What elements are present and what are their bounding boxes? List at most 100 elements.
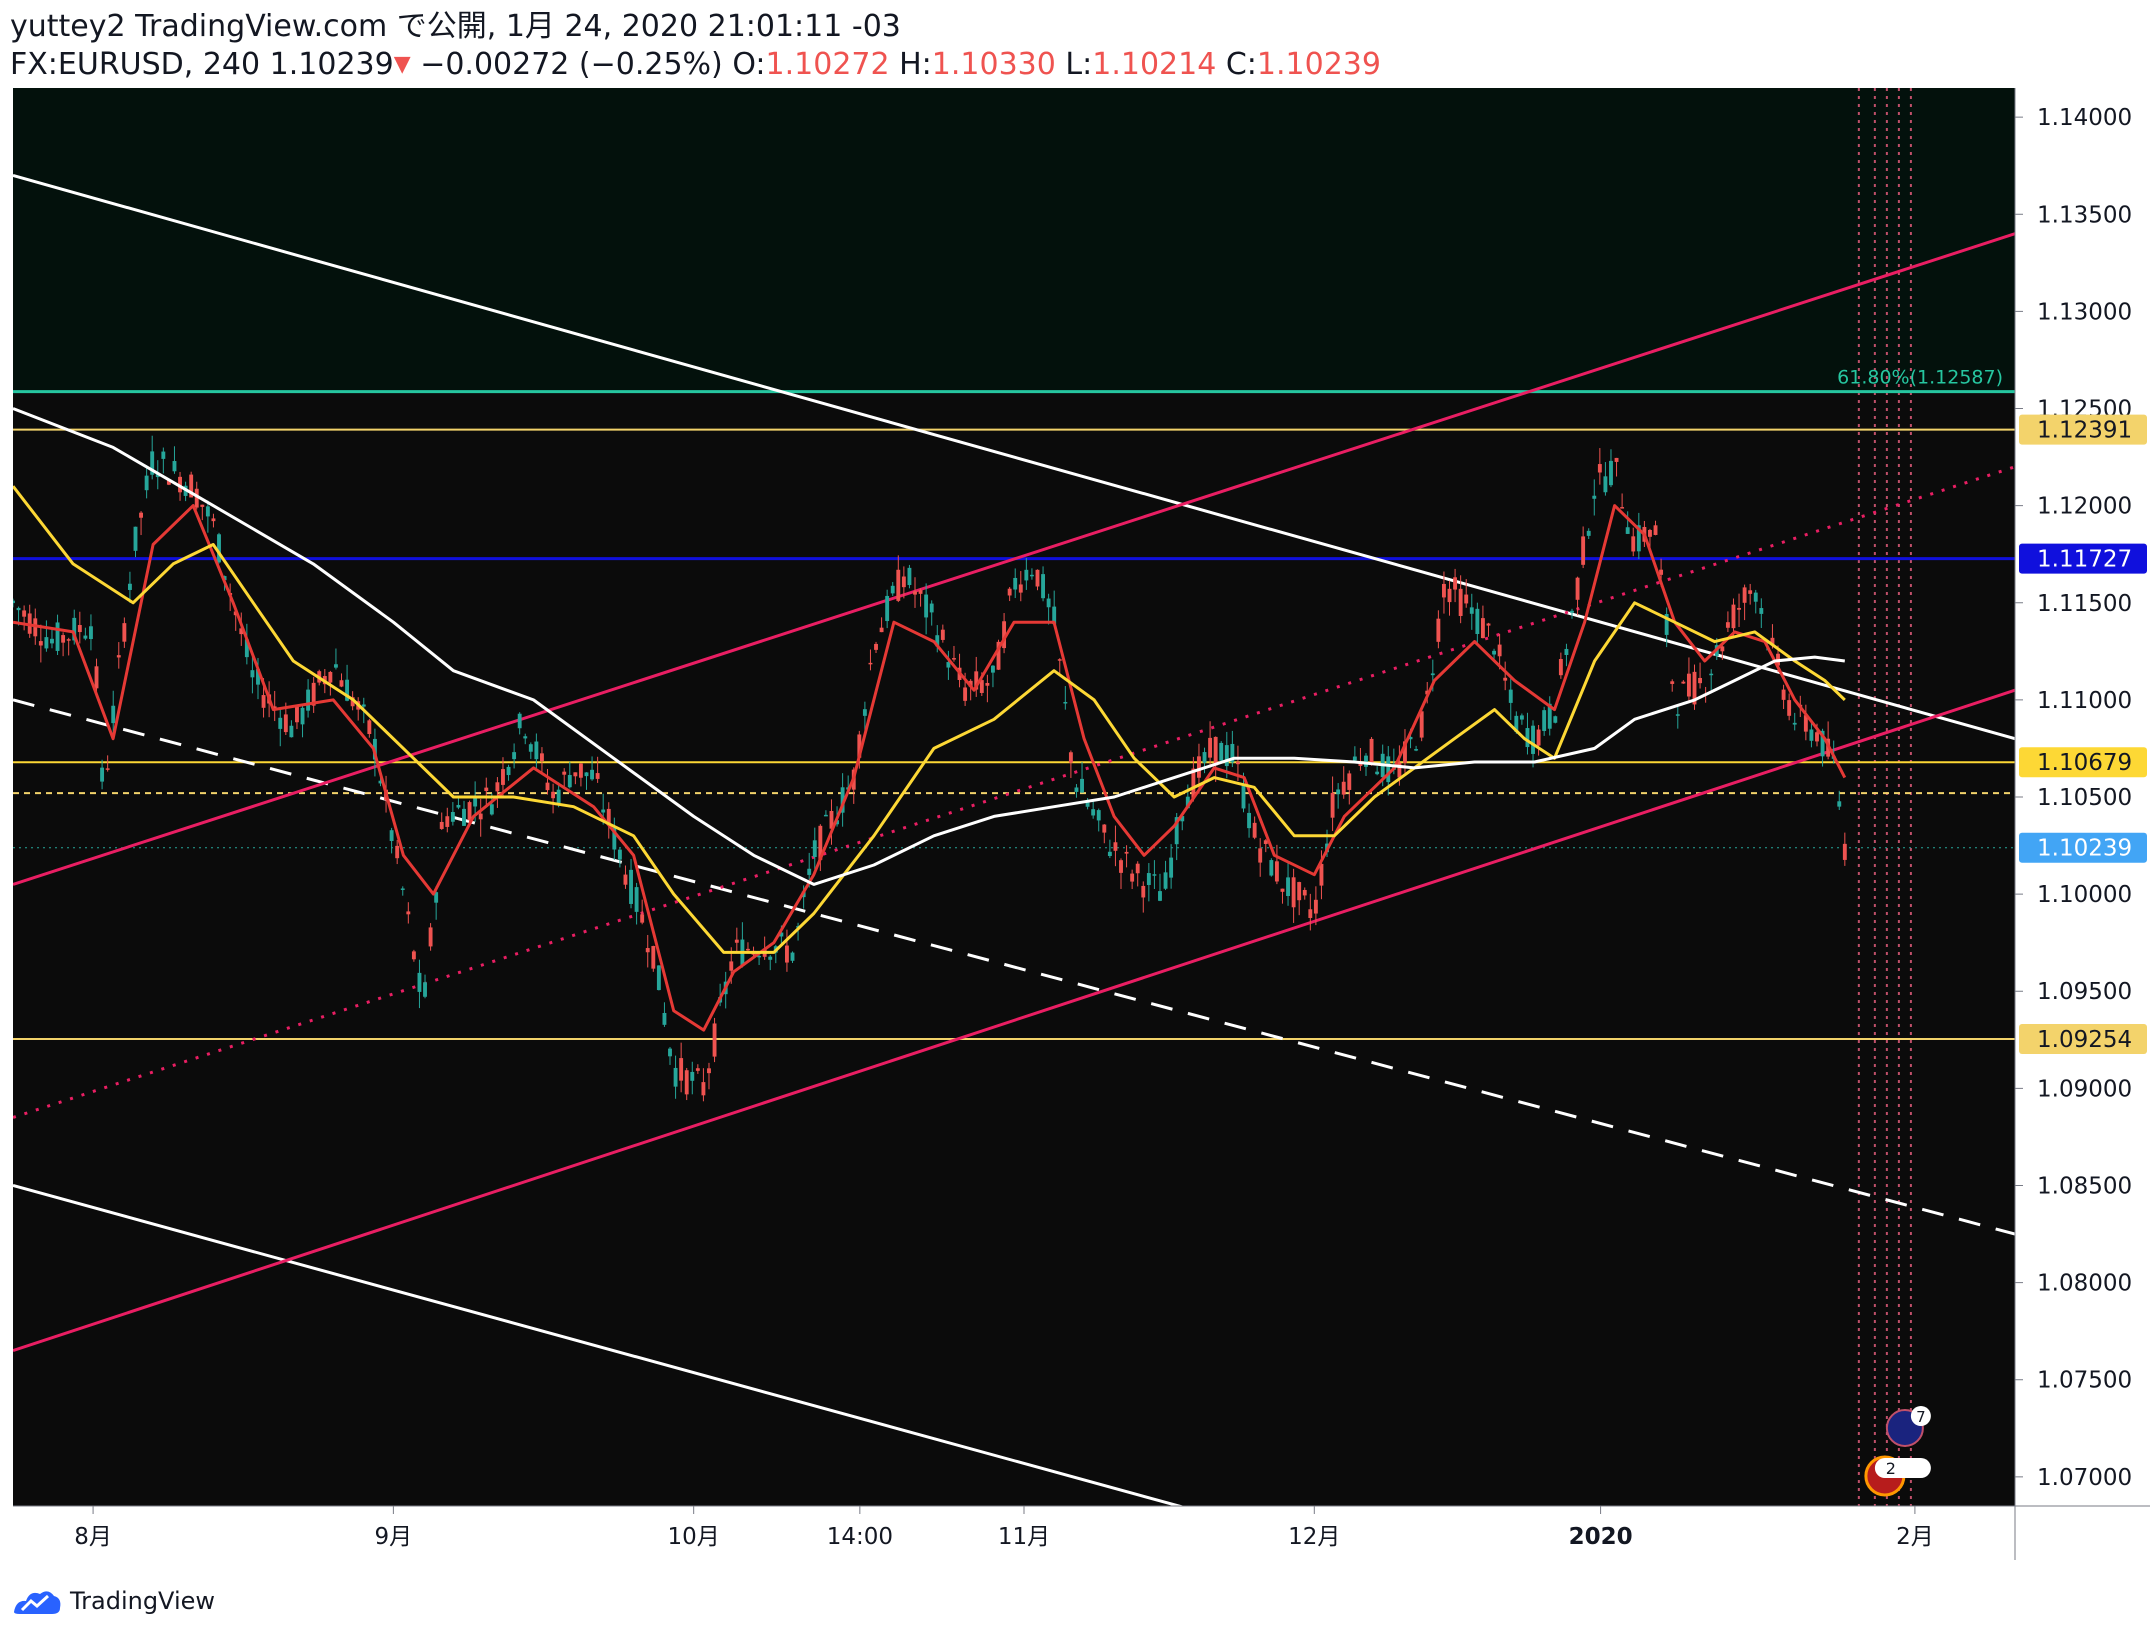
candle-body (528, 744, 533, 752)
candle-body (1442, 583, 1446, 598)
fib-level-label: 61.80%(1.12587) (1837, 367, 2003, 389)
candle-body (1219, 742, 1224, 761)
candle-body (567, 774, 572, 788)
candle-body (261, 695, 266, 708)
candle-body (517, 713, 522, 729)
candle-body (707, 1068, 711, 1074)
tradingview-footer[interactable]: TradingView (12, 1584, 215, 1618)
y-tick-label: 1.14000 (2037, 105, 2132, 131)
candle-body (1158, 891, 1162, 901)
candle-body (1241, 785, 1246, 809)
candle-body (411, 951, 416, 960)
candle-body (1597, 464, 1602, 473)
candle-body (1107, 851, 1112, 857)
price-tag-label: 1.09254 (2037, 1027, 2132, 1053)
candle-body (1564, 648, 1569, 655)
x-tick-label: 9月 (375, 1524, 413, 1550)
candle-body (501, 769, 505, 785)
candle-body (1464, 594, 1469, 604)
candle-body (172, 461, 177, 472)
candle-body (1102, 824, 1107, 833)
candle-body (1197, 756, 1201, 778)
candle-body (1347, 773, 1352, 790)
event-count: 7 (1916, 1408, 1926, 1426)
candle-body (1057, 659, 1062, 661)
candle-body (1570, 610, 1574, 613)
x-tick-label: 8月 (74, 1524, 112, 1550)
candle-body (1247, 812, 1252, 829)
candle-body (450, 811, 455, 822)
candle-body (1364, 755, 1368, 767)
price-chart[interactable]: 61.80%(1.12587) 7 2 1.14000 1.13500 1.13000 1.… (0, 0, 2150, 1636)
candle-body (1113, 842, 1118, 851)
candle-body (1202, 752, 1207, 763)
candle-body (1525, 728, 1530, 748)
candle-body (1815, 732, 1819, 742)
tradingview-logo-icon (14, 1591, 61, 1614)
candle-body (862, 709, 867, 716)
candle-body (1725, 622, 1730, 628)
candle-body (684, 1070, 689, 1095)
y-tick-label: 1.09500 (2037, 979, 2132, 1005)
candle-body (1130, 873, 1135, 882)
candle-body (1419, 711, 1424, 738)
candle-body (94, 666, 99, 689)
candle-body (534, 741, 539, 760)
candle-body (1163, 872, 1168, 889)
candle-body (55, 622, 60, 651)
candle-body (623, 874, 628, 885)
candle-body (913, 591, 917, 595)
candle-body (556, 789, 561, 804)
candle-body (1141, 885, 1146, 898)
candle-body (38, 641, 43, 646)
candle-body (1581, 536, 1586, 565)
candle-body (22, 610, 27, 617)
candle-body (656, 965, 661, 991)
candle-body (1792, 722, 1797, 725)
candle-body (1558, 659, 1563, 676)
candle-body (1018, 584, 1023, 593)
y-tick-label: 1.07000 (2037, 1465, 2132, 1491)
candle-body (1035, 569, 1040, 587)
candle-body (1375, 771, 1380, 775)
y-tick-label: 1.12000 (2037, 494, 2132, 520)
candle-body (1698, 677, 1703, 684)
candle-body (1258, 848, 1263, 863)
candle-body (1046, 598, 1051, 608)
candle-body (1080, 778, 1084, 793)
candle-body (1753, 592, 1758, 602)
candle-body (1013, 577, 1018, 590)
candle-body (116, 655, 121, 658)
candle-body (328, 671, 333, 683)
candle-body (395, 845, 400, 859)
candle-body (1586, 530, 1591, 536)
candle-body (1759, 608, 1764, 614)
candle-body (1648, 529, 1652, 537)
candle-body (77, 625, 82, 633)
candle-body (423, 982, 427, 997)
candle-body (1352, 756, 1357, 761)
candle-body (1336, 789, 1341, 795)
price-tag-label: 1.10239 (2037, 836, 2132, 862)
candle-body (1842, 843, 1847, 860)
candle-body (400, 888, 405, 890)
candle-body (1480, 618, 1485, 639)
candle-body (1029, 574, 1034, 577)
candle-body (924, 594, 929, 618)
candle-body (551, 791, 556, 799)
candle-body (1553, 716, 1558, 723)
candle-body (127, 583, 132, 590)
candle-body (1531, 725, 1535, 754)
candle-body (89, 626, 93, 640)
candle-body (467, 802, 472, 821)
candle-body (545, 782, 550, 791)
candle-body (1119, 860, 1123, 873)
x-tick-label: 2月 (1896, 1524, 1934, 1550)
candle-body (1286, 877, 1290, 897)
candle-body (617, 849, 622, 860)
candle-body (651, 946, 656, 969)
candle-body (1575, 577, 1580, 600)
candle-body (901, 576, 906, 588)
candle-body (573, 772, 578, 777)
candle-body (991, 665, 995, 673)
